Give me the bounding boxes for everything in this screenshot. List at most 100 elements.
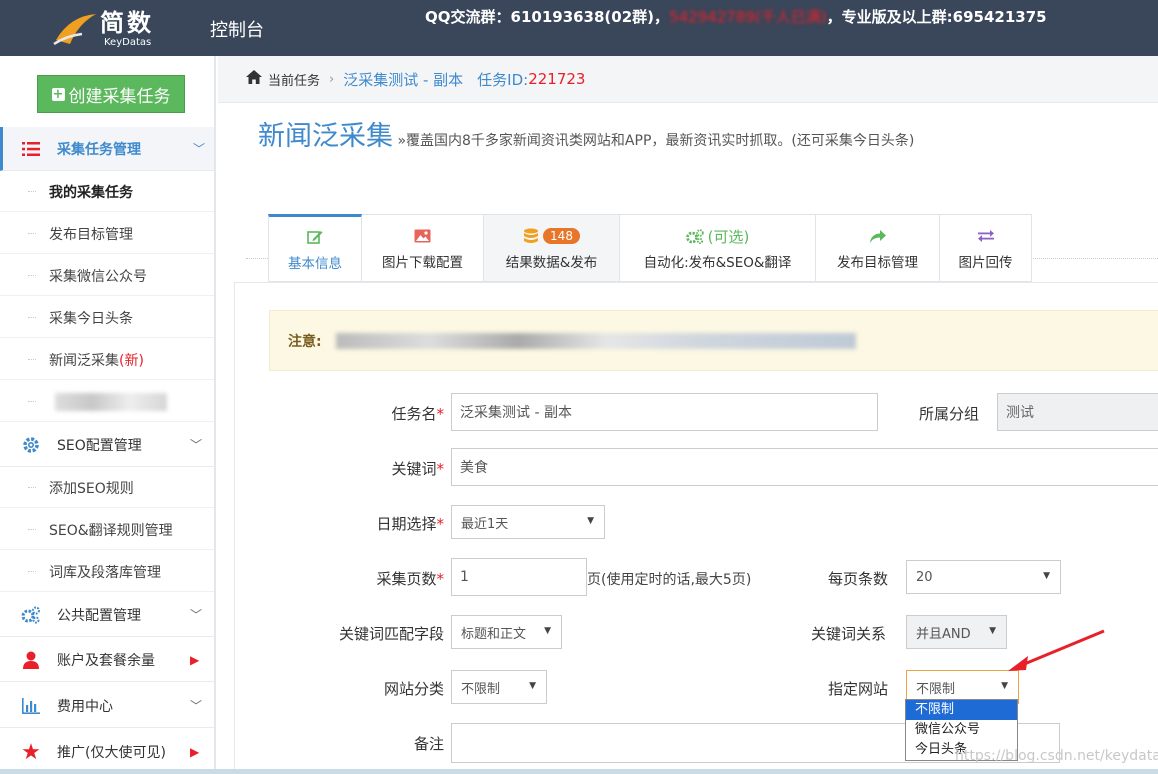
sidebar: + 创建采集任务 采集任务管理 ﹀ 我的采集任务 发布目标管理 采集微信公众号 … — [0, 56, 216, 774]
gear-icon — [21, 435, 41, 455]
sidebar-section-label: 账户及套餐余量 — [57, 652, 155, 669]
pages-hint: 页(使用定时的话,最大5页) — [587, 572, 752, 588]
sidebar-item-add-seo[interactable]: 添加SEO规则 — [0, 467, 214, 508]
tab-label: 基本信息 — [288, 256, 342, 272]
required-mark: * — [436, 570, 445, 588]
sidebar-item-label: SEO&翻译规则管理 — [49, 523, 173, 539]
sidebar-item-news-crawl[interactable]: 新闻泛采集(新) — [0, 339, 214, 380]
site-select-value: 不限制 — [916, 681, 956, 697]
caret-down-icon: ▼ — [1001, 681, 1008, 691]
tree-line — [28, 401, 36, 402]
qq-suffix: ，专业版及以上群:695421375 — [826, 8, 1047, 26]
group-label: 所属分组 — [919, 405, 980, 423]
tab-image-return[interactable]: 图片回传 — [940, 214, 1032, 282]
group-field[interactable]: 测试 — [997, 393, 1158, 431]
keyword-label: 关键词* — [391, 458, 444, 479]
per-page-select[interactable]: 20 ▼ — [906, 560, 1061, 594]
pages-input[interactable]: 1 — [451, 558, 587, 596]
sidebar-item-seo-rules[interactable]: SEO&翻译规则管理 — [0, 509, 214, 550]
sidebar-section-fees[interactable]: 费用中心 ﹀ — [0, 684, 214, 728]
tree-line — [28, 359, 36, 360]
tree-line — [28, 233, 36, 234]
tab-bar: 基本信息 图片下载配置 148 结果数据&发布 (可选) 自动化:发布&SEO&… — [268, 214, 1032, 282]
share-arrow-icon — [869, 225, 886, 247]
site-option[interactable]: 微信公众号 — [906, 720, 1017, 740]
image-icon — [414, 225, 431, 247]
relation-label: 关键词关系 — [811, 625, 887, 643]
breadcrumb-current: 当前任务 — [268, 73, 321, 89]
sidebar-item-label: 词库及段落库管理 — [49, 565, 161, 581]
tab-publish-targets[interactable]: 发布目标管理 — [816, 214, 940, 282]
sidebar-item-wechat[interactable]: 采集微信公众号 — [0, 255, 214, 296]
sidebar-section-public-config[interactable]: 公共配置管理 ﹀ — [0, 593, 214, 637]
page-title: 新闻泛采集 — [258, 121, 393, 152]
breadcrumb-separator: › — [329, 71, 335, 87]
qq-groups-banner: QQ交流群：610193638(02群)，542942789(千人已满)，专业版… — [425, 6, 1047, 28]
sidebar-item-lexicon[interactable]: 词库及段落库管理 — [0, 551, 214, 592]
chevron-down-icon: ﹀ — [190, 699, 203, 713]
notice-blurred-text — [335, 332, 856, 349]
category-label: 网站分类 — [383, 680, 444, 698]
sidebar-section-promo[interactable]: ★ 推广(仅大使可见) ▶ — [0, 730, 214, 774]
bar-chart-icon — [21, 696, 41, 716]
sidebar-item-label: 新闻泛采集(新) — [49, 350, 144, 370]
category-select[interactable]: 不限制 ▼ — [451, 670, 547, 704]
site-option[interactable]: 不限制 — [906, 700, 1017, 720]
site-label: 指定网站 — [828, 680, 889, 698]
top-bar: 简数 KeyDatas 控制台 QQ交流群：610193638(02群)，542… — [0, 0, 1158, 56]
sidebar-item-toutiao[interactable]: 采集今日头条 — [0, 297, 214, 338]
match-select[interactable]: 标题和正文 ▼ — [451, 615, 562, 649]
sidebar-item-label: 采集今日头条 — [49, 311, 133, 327]
label-text: 任务名 — [391, 405, 437, 423]
new-tag: (新) — [119, 353, 144, 369]
form-row-keyword: 关键词* 美食 — [235, 448, 1158, 488]
tab-image-download[interactable]: 图片下载配置 — [362, 214, 484, 282]
star-icon: ★ — [21, 739, 41, 765]
tree-line — [28, 571, 36, 572]
create-task-button[interactable]: + 创建采集任务 — [37, 75, 185, 113]
remark-label: 备注 — [413, 735, 444, 753]
sidebar-item-blurred[interactable] — [0, 381, 214, 422]
qq-prefix: QQ交流群：610193638(02群)， — [425, 8, 670, 26]
exchange-icon — [977, 225, 994, 247]
user-icon — [21, 650, 41, 670]
form-row-pages: 采集页数* 1 页(使用定时的话,最大5页) 每页条数 20 ▼ — [235, 558, 1158, 598]
console-link[interactable]: 控制台 — [210, 19, 264, 43]
tab-automation[interactable]: (可选) 自动化:发布&SEO&翻译 — [620, 214, 816, 282]
sidebar-item-publish-targets[interactable]: 发布目标管理 — [0, 213, 214, 254]
tab-label: 自动化:发布&SEO&翻译 — [643, 255, 792, 271]
date-select-value: 最近1天 — [461, 516, 509, 532]
sidebar-section-seo[interactable]: SEO配置管理 ﹀ — [0, 423, 214, 467]
match-label: 关键词匹配字段 — [338, 625, 444, 643]
create-task-label: 创建采集任务 — [68, 86, 171, 107]
tab-basic-info[interactable]: 基本信息 — [268, 214, 362, 282]
logo[interactable]: 简数 KeyDatas — [52, 8, 182, 48]
keyword-input[interactable]: 美食 — [451, 448, 1158, 486]
news-crawl-text: 新闻泛采集 — [49, 353, 119, 369]
sidebar-item-my-tasks[interactable]: 我的采集任务 — [0, 171, 214, 212]
per-page-label: 每页条数 — [828, 570, 889, 588]
basic-info-panel: 注意: 任务名 * 泛采集测试 - 副本 所属分组 测试 关键词* 美食 日期选择… — [234, 282, 1158, 774]
tab-results-publish[interactable]: 148 结果数据&发布 — [484, 214, 620, 282]
plus-icon: + — [51, 86, 65, 102]
gears-icon — [21, 605, 41, 625]
form-row-date: 日期选择* 最近1天 ▼ — [235, 503, 1158, 543]
tree-line — [28, 317, 36, 318]
notice-alert: 注意: — [269, 310, 1158, 371]
tree-line — [28, 487, 36, 488]
relation-select-value: 并且AND — [916, 626, 971, 642]
notice-label: 注意: — [288, 333, 322, 350]
date-label: 日期选择* — [376, 513, 444, 534]
task-name-input[interactable]: 泛采集测试 - 副本 — [451, 393, 878, 431]
chevron-down-icon: ﹀ — [190, 608, 203, 622]
sidebar-section-account[interactable]: 账户及套餐余量 ▶ — [0, 638, 214, 682]
sidebar-section-tasks[interactable]: 采集任务管理 ﹀ — [0, 127, 214, 171]
tab-label: 发布目标管理 — [837, 255, 918, 271]
required-mark: * — [436, 515, 445, 533]
relation-select[interactable]: 并且AND ▼ — [906, 615, 1007, 649]
category-select-value: 不限制 — [461, 681, 501, 697]
date-select[interactable]: 最近1天 ▼ — [451, 505, 605, 539]
breadcrumb-task-name[interactable]: 泛采集测试 - 副本 — [343, 69, 463, 90]
caret-down-icon: ▼ — [529, 681, 536, 691]
home-icon[interactable] — [246, 70, 262, 88]
